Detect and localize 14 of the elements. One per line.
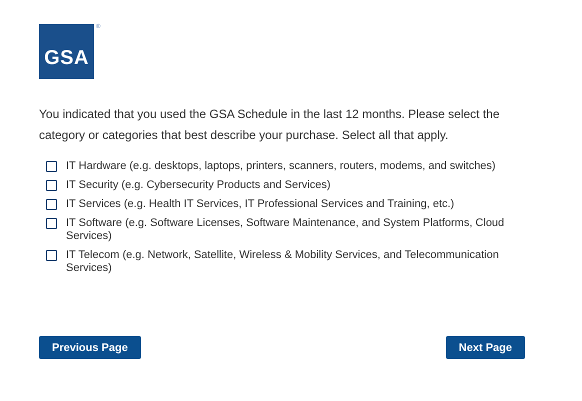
option-label: IT Telecom (e.g. Network, Satellite, Wireless & Mobility Services, and Telecommunication Services): [66, 249, 500, 275]
question-text: You indicated that you used the GSA Schedule in the last 12 months. Please select the category or categories that best describe your purchase. Select all that apply.: [39, 106, 501, 144]
checkbox[interactable]: [46, 250, 57, 261]
checkbox[interactable]: [46, 199, 57, 210]
option-label: IT Software (e.g. Software Licenses, Software Maintenance, and System Platforms, Cloud Services): [66, 217, 506, 243]
previous-page-button[interactable]: Previous Page: [39, 336, 141, 359]
option-label: IT Services (e.g. Health IT Services, IT Professional Services and Training, etc.): [66, 198, 454, 211]
checkbox[interactable]: [46, 218, 57, 229]
option-label: IT Security (e.g. Cybersecurity Products and Services): [66, 179, 331, 192]
checkbox[interactable]: [46, 161, 57, 172]
option-label: IT Hardware (e.g. desktops, laptops, printers, scanners, routers, modems, and switches): [66, 160, 496, 173]
next-page-button[interactable]: Next Page: [446, 336, 525, 359]
checkbox[interactable]: [46, 180, 57, 191]
gsa-logo: GSA: [39, 24, 94, 79]
